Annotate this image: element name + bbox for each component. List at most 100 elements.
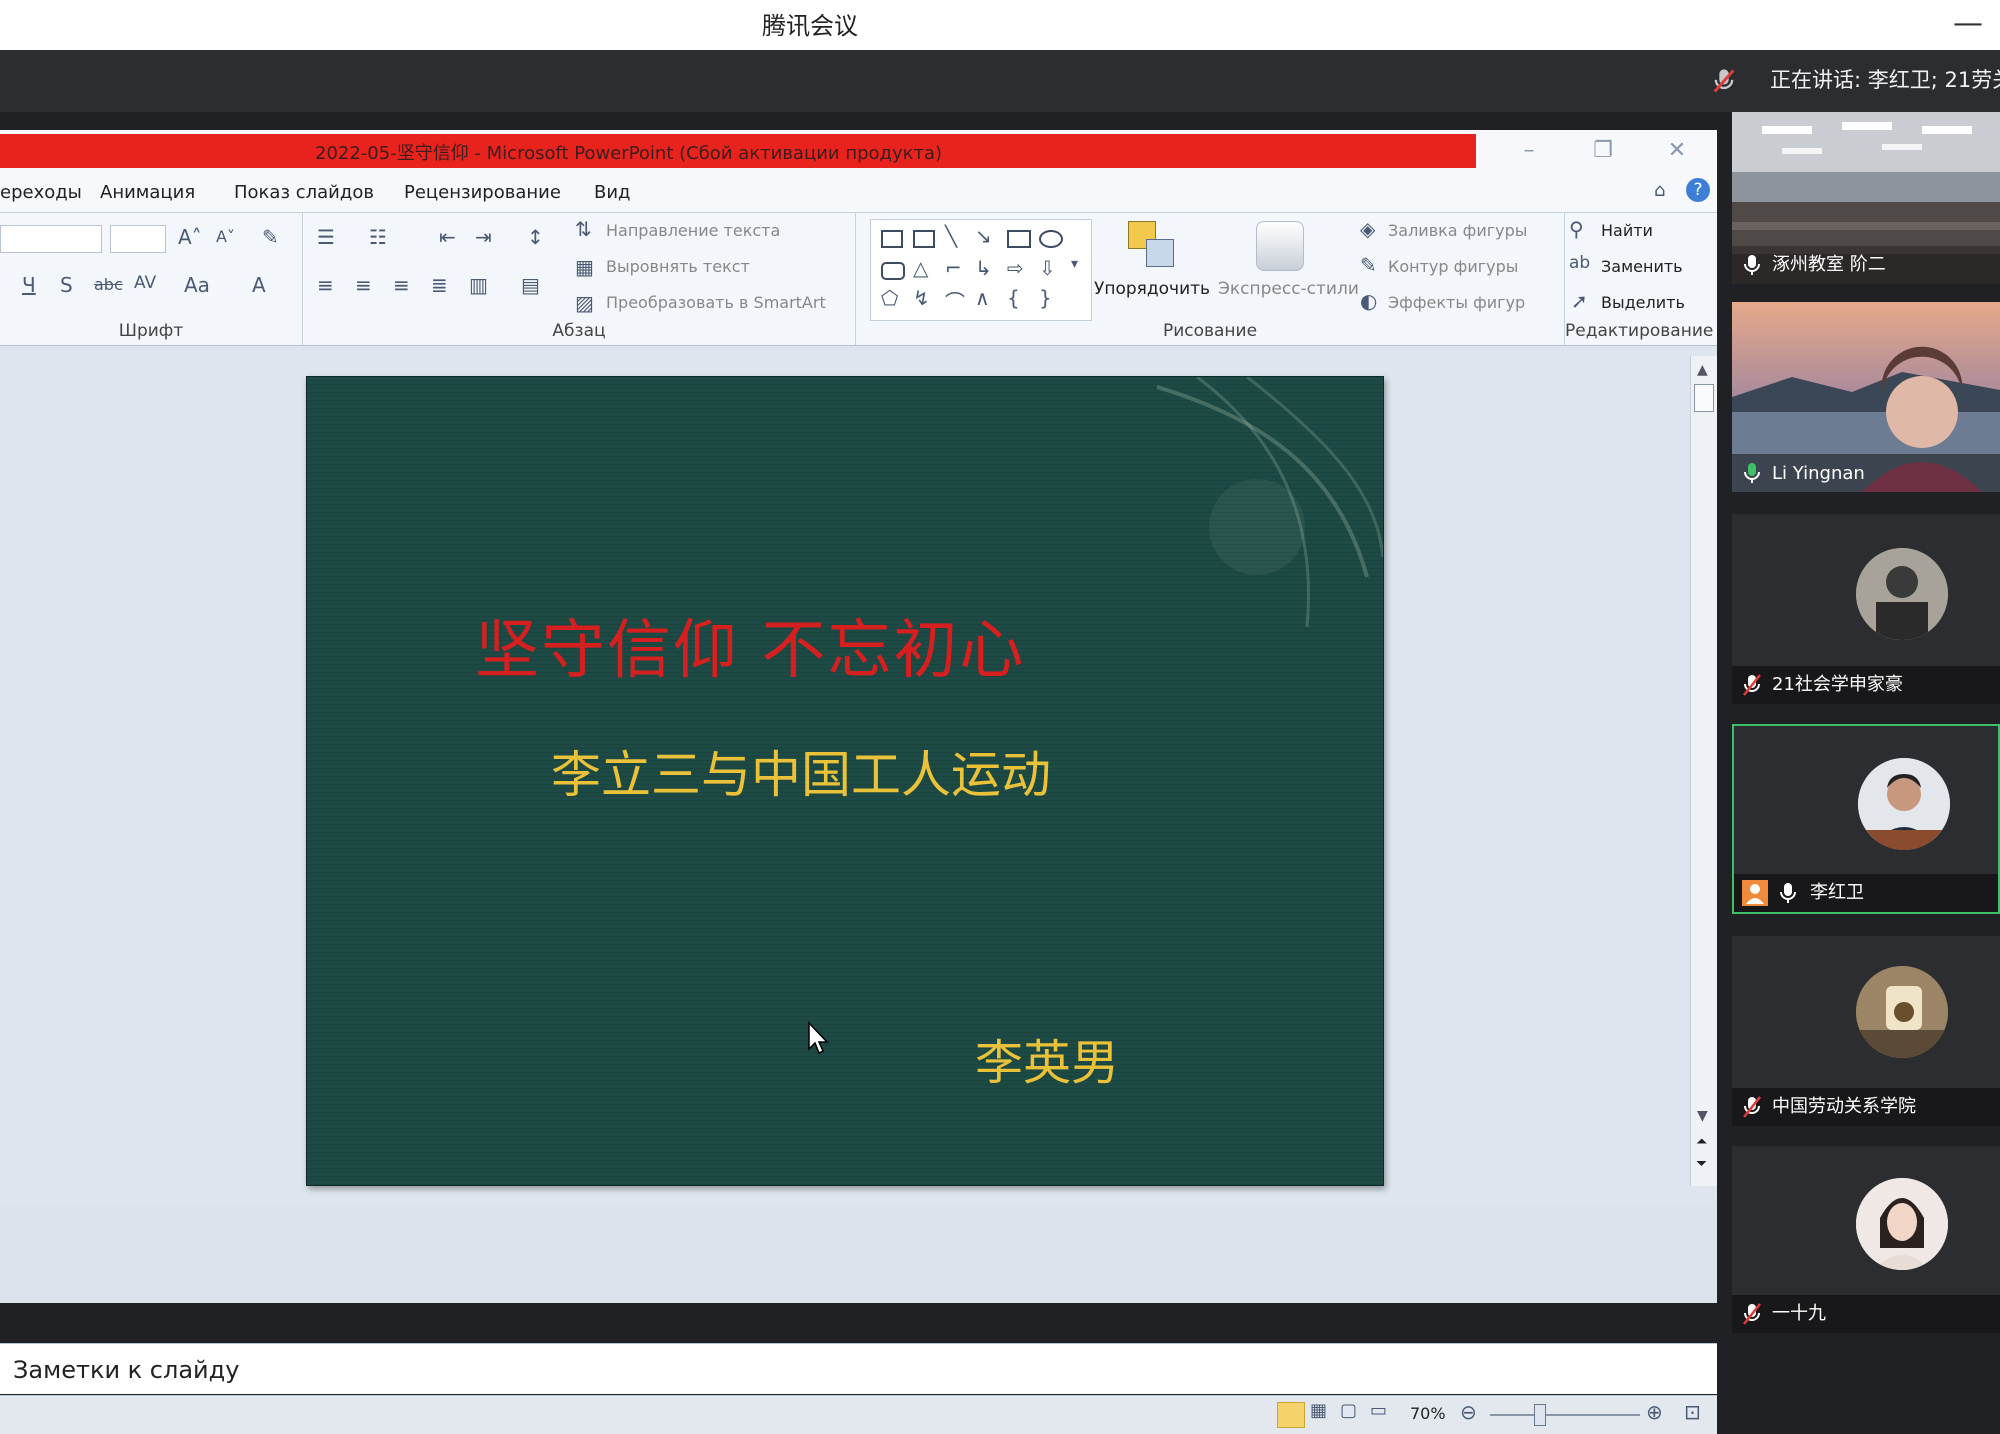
freeform-shape-icon[interactable]: ⬠ [881, 286, 898, 310]
ppt-close-button[interactable]: ✕ [1660, 136, 1694, 166]
tab-slideshow[interactable]: Показ слайдов [234, 182, 374, 203]
participant-tile[interactable]: 一十九 [1732, 1146, 2000, 1333]
normal-view-button[interactable] [1277, 1402, 1305, 1428]
rectangle-shape-icon[interactable] [1007, 230, 1031, 248]
participant-tile[interactable]: 中国劳动关系学院 [1732, 936, 2000, 1126]
quick-styles-button[interactable]: Экспресс-стили [1218, 279, 1359, 299]
clear-format-icon[interactable]: ✎ [262, 225, 279, 249]
shadow-icon[interactable]: S [60, 273, 73, 297]
quick-styles-icon[interactable] [1256, 221, 1304, 271]
align-left-icon[interactable]: ≡ [317, 273, 334, 297]
select-button[interactable]: Выделить [1601, 293, 1685, 312]
shape-outline-button[interactable]: Контур фигуры [1388, 257, 1518, 276]
tab-transitions[interactable]: ереходы [0, 182, 82, 203]
arrow-shape-icon[interactable]: ↘ [975, 224, 992, 248]
left-brace-shape-icon[interactable]: { [1007, 286, 1020, 310]
align-center-icon[interactable]: ≡ [355, 273, 372, 297]
lightning-shape-icon[interactable]: ↯ [913, 286, 930, 310]
ppt-minimize-button[interactable]: – [1512, 136, 1546, 166]
prev-slide-icon[interactable]: ⏶ [1696, 1134, 1707, 1150]
slide-canvas[interactable]: 坚守信仰 不忘初心 李立三与中国工人运动 李英男 [306, 376, 1384, 1186]
text-direction-button[interactable]: Направление текста [606, 221, 780, 240]
columns-icon[interactable]: ▤ [521, 273, 540, 297]
binoculars-icon[interactable]: ⚲ [1569, 217, 1584, 241]
text-direction-icon[interactable]: ⇅ [575, 217, 592, 241]
arrange-button[interactable]: Упорядочить [1094, 279, 1210, 299]
scrollbar-thumb[interactable] [1694, 384, 1714, 412]
notes-pane[interactable]: Заметки к слайду [0, 1343, 1717, 1394]
shapes-gallery[interactable]: ╲ ↘ △ ⌐ ↳ ⇨ ⇩ ⬠ ↯ ⌒ ∧ { } ▾ [870, 219, 1092, 321]
shape-fill-button[interactable]: Заливка фигуры [1388, 221, 1527, 240]
shape-effects-button[interactable]: Эффекты фигур [1388, 293, 1525, 312]
slideshow-icon[interactable]: ▭ [1370, 1400, 1387, 1421]
smartart-icon[interactable]: ▨ [575, 291, 594, 315]
minimize-button[interactable]: — [1950, 6, 1986, 42]
ppt-restore-button[interactable]: ❐ [1586, 136, 1620, 166]
strikethrough-icon[interactable]: abc [94, 275, 123, 294]
numbering-icon[interactable]: ☷ [369, 225, 387, 249]
distribute-icon[interactable]: ▥ [469, 273, 488, 297]
shrink-font-icon[interactable]: A˅ [216, 227, 235, 246]
shape-effects-icon[interactable]: ◐ [1360, 289, 1377, 313]
help-icon[interactable]: ? [1686, 178, 1710, 202]
arrange-icon[interactable] [1128, 221, 1174, 267]
replace-button[interactable]: Заменить [1601, 257, 1683, 276]
right-arrow-shape-icon[interactable]: ⇨ [1007, 256, 1024, 280]
down-arrow-shape-icon[interactable]: ⇩ [1039, 256, 1056, 280]
shape-outline-icon[interactable]: ✎ [1360, 253, 1377, 277]
grow-font-icon[interactable]: A˄ [178, 225, 202, 249]
convert-smartart-button[interactable]: Преобразовать в SmartArt [606, 293, 826, 312]
replace-icon[interactable]: ab [1569, 253, 1590, 273]
reading-view-icon[interactable]: ▢ [1340, 1400, 1357, 1421]
collapse-ribbon-icon[interactable]: ⌂ [1654, 180, 1665, 201]
bullets-icon[interactable]: ☰ [317, 225, 335, 249]
scroll-up-icon[interactable]: ▲ [1697, 362, 1708, 378]
fit-to-window-icon[interactable]: ⊡ [1684, 1400, 1701, 1424]
arc-shape-icon[interactable]: ⌒ [945, 286, 965, 315]
align-text-button[interactable]: Выровнять текст [606, 257, 750, 276]
tab-review[interactable]: Рецензирование [404, 182, 561, 203]
select-cursor-icon[interactable]: ➚ [1571, 289, 1588, 313]
elbow-connector-icon[interactable]: ⌐ [945, 256, 962, 280]
slide-vertical-scrollbar[interactable]: ▲ ▼ ⏶ ⏷ [1690, 356, 1717, 1186]
zoom-in-icon[interactable]: ⊕ [1646, 1400, 1663, 1424]
oval-shape-icon[interactable] [1039, 230, 1063, 248]
gallery-more-icon[interactable]: ▾ [1071, 256, 1078, 272]
line-spacing-icon[interactable]: ↕ [527, 225, 544, 249]
zoom-out-icon[interactable]: ⊖ [1460, 1400, 1477, 1424]
participant-tile[interactable]: Li Yingnan [1732, 302, 2000, 492]
increase-indent-icon[interactable]: ⇥ [475, 225, 492, 249]
elbow-arrow-icon[interactable]: ↳ [975, 256, 992, 280]
zoom-slider[interactable] [1490, 1414, 1640, 1416]
font-size-dropdown[interactable] [110, 225, 166, 253]
zoom-slider-thumb[interactable] [1534, 1404, 1546, 1426]
find-button[interactable]: Найти [1601, 221, 1653, 240]
slide-sorter-icon[interactable]: ▦ [1310, 1400, 1327, 1421]
tab-animation[interactable]: Анимация [100, 182, 195, 203]
next-slide-icon[interactable]: ⏷ [1696, 1156, 1707, 1172]
participant-tile-active[interactable]: 李红卫 [1732, 724, 2000, 914]
curve-shape-icon[interactable]: ∧ [975, 286, 990, 310]
font-name-dropdown[interactable] [0, 225, 102, 253]
font-color-icon[interactable]: A [252, 273, 266, 297]
textbox-shape-icon[interactable] [881, 230, 903, 248]
line-shape-icon[interactable]: ╲ [945, 224, 957, 248]
vertical-textbox-shape-icon[interactable] [913, 230, 935, 248]
scroll-down-icon[interactable]: ▼ [1697, 1108, 1708, 1124]
align-right-icon[interactable]: ≡ [393, 273, 410, 297]
char-spacing-icon[interactable]: AV [134, 273, 156, 293]
tab-view[interactable]: Вид [594, 182, 631, 203]
rounded-rect-shape-icon[interactable] [881, 262, 905, 280]
right-brace-shape-icon[interactable]: } [1039, 286, 1052, 310]
underline-icon[interactable]: Ч [22, 273, 36, 297]
participant-tile[interactable]: 21社会学申家豪 [1732, 514, 2000, 704]
change-case-icon[interactable]: Aa [184, 273, 210, 297]
justify-icon[interactable]: ≣ [431, 273, 448, 297]
decrease-indent-icon[interactable]: ⇤ [439, 225, 456, 249]
triangle-shape-icon[interactable]: △ [913, 256, 928, 280]
participant-tile[interactable]: 涿州教室 阶二 [1732, 112, 2000, 284]
shape-fill-icon[interactable]: ◈ [1360, 217, 1375, 241]
zoom-level[interactable]: 70% [1410, 1404, 1446, 1423]
muted-mic-icon [1743, 674, 1761, 696]
align-text-icon[interactable]: ▦ [575, 255, 594, 279]
